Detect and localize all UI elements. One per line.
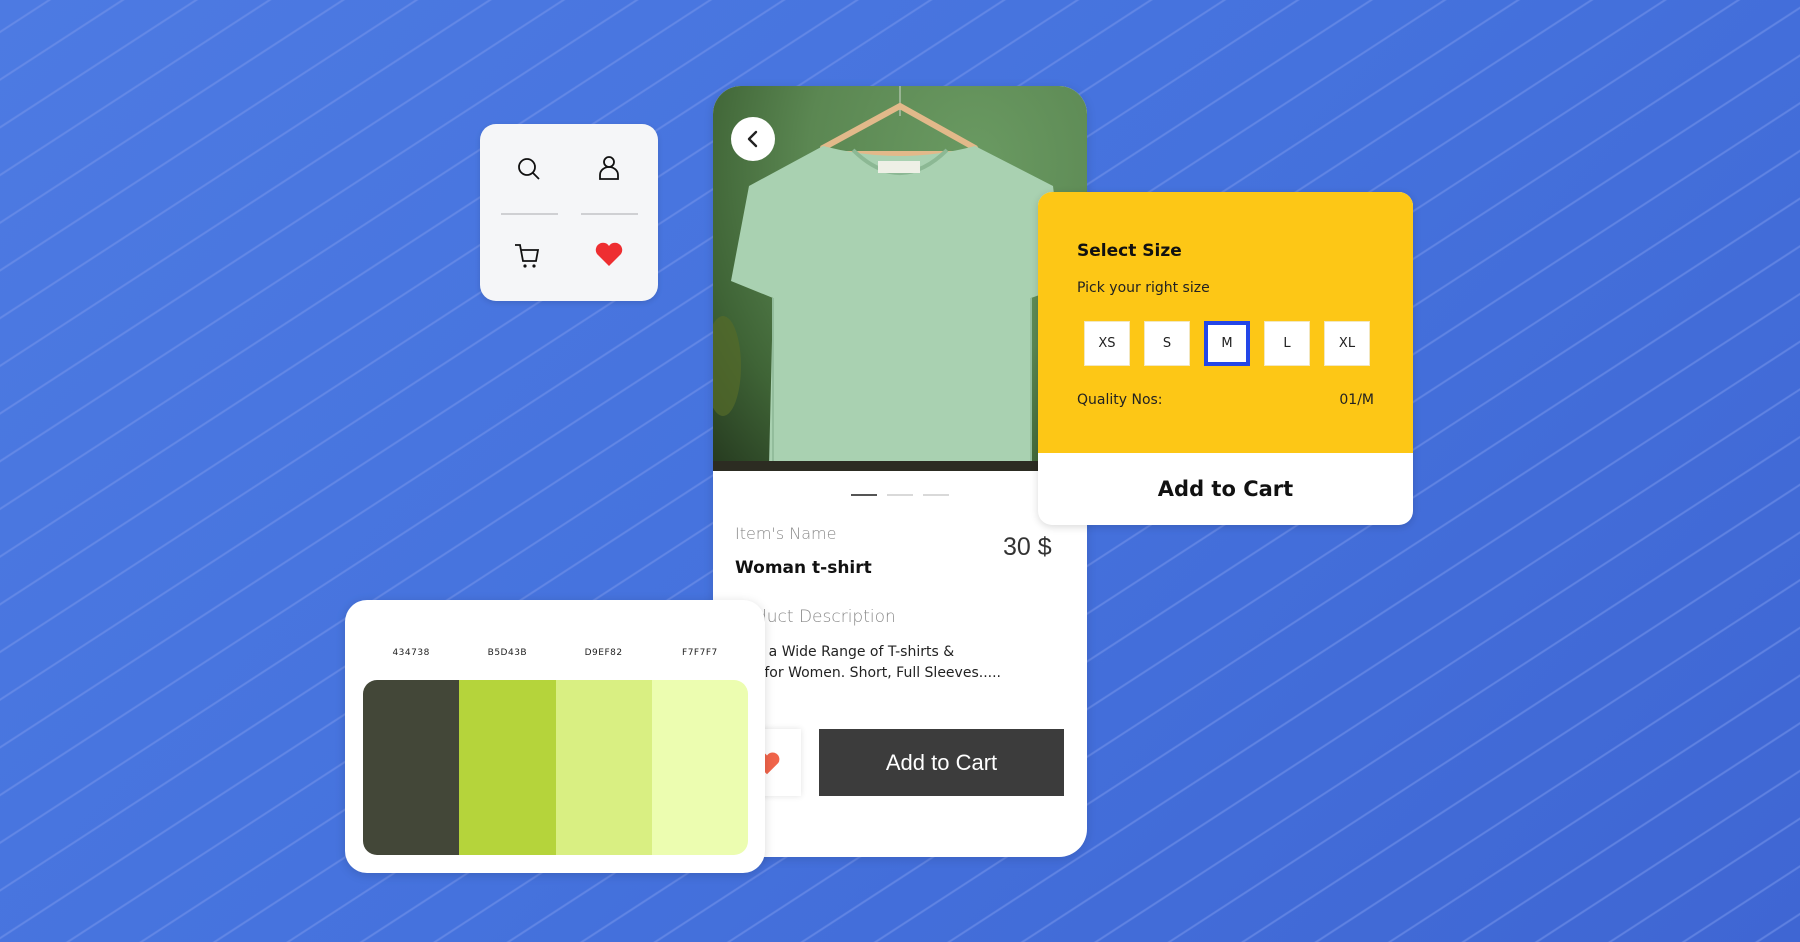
color-swatch xyxy=(459,680,556,855)
carousel-dot[interactable] xyxy=(923,494,949,496)
search-icon[interactable] xyxy=(513,153,545,185)
quick-actions-card xyxy=(480,124,658,301)
user-icon[interactable] xyxy=(593,152,625,184)
size-selector-card: Select Size Pick your right size XS S M … xyxy=(1038,192,1413,525)
size-option-xl[interactable]: XL xyxy=(1324,321,1370,366)
size-options: XS S M L XL xyxy=(1084,321,1370,366)
palette-label: 434738 xyxy=(392,648,430,658)
color-swatch xyxy=(363,680,460,855)
size-subtitle: Pick your right size xyxy=(1077,280,1210,296)
palette-swatches xyxy=(363,680,748,855)
product-image xyxy=(713,86,1087,471)
quality-value: 01/M xyxy=(1339,392,1374,408)
back-button[interactable] xyxy=(731,117,775,161)
size-panel: Select Size Pick your right size XS S M … xyxy=(1038,192,1413,453)
chevron-left-icon xyxy=(747,130,758,148)
palette-label: B5D43B xyxy=(487,648,528,658)
carousel-dot[interactable] xyxy=(887,494,913,496)
price: 30 $ xyxy=(1003,533,1052,561)
description-line: Tops for Women. Short, Full Sleeves..... xyxy=(729,665,1001,681)
heart-icon[interactable] xyxy=(593,238,625,270)
cart-icon[interactable] xyxy=(511,239,543,271)
palette-label: D9EF82 xyxy=(584,648,623,658)
item-name-label: Item's Name xyxy=(735,524,837,543)
description-text: Shop a Wide Range of T-shirts & Tops for… xyxy=(729,642,1001,684)
item-name: Woman t-shirt xyxy=(735,558,872,578)
size-add-to-cart-button[interactable]: Add to Cart xyxy=(1038,453,1413,525)
divider xyxy=(581,213,638,215)
carousel-dot[interactable] xyxy=(851,494,877,496)
color-swatch xyxy=(555,680,652,855)
size-title: Select Size xyxy=(1077,241,1182,261)
color-palette-card: 434738 B5D43B D9EF82 F7F7F7 xyxy=(345,600,765,873)
size-option-m[interactable]: M xyxy=(1204,321,1250,366)
palette-label: F7F7F7 xyxy=(682,648,718,658)
quality-label: Quality Nos: xyxy=(1077,392,1163,408)
palette-labels: 434738 B5D43B D9EF82 F7F7F7 xyxy=(363,648,748,658)
divider xyxy=(501,213,558,215)
description-line: Shop a Wide Range of T-shirts & xyxy=(729,644,955,660)
product-detail-card: Item's Name Woman t-shirt 30 $ Product D… xyxy=(713,86,1087,857)
color-swatch xyxy=(651,680,748,855)
size-option-s[interactable]: S xyxy=(1144,321,1190,366)
add-to-cart-button[interactable]: Add to Cart xyxy=(819,729,1064,796)
size-option-l[interactable]: L xyxy=(1264,321,1310,366)
carousel-indicator xyxy=(851,494,949,496)
size-option-xs[interactable]: XS xyxy=(1084,321,1130,366)
